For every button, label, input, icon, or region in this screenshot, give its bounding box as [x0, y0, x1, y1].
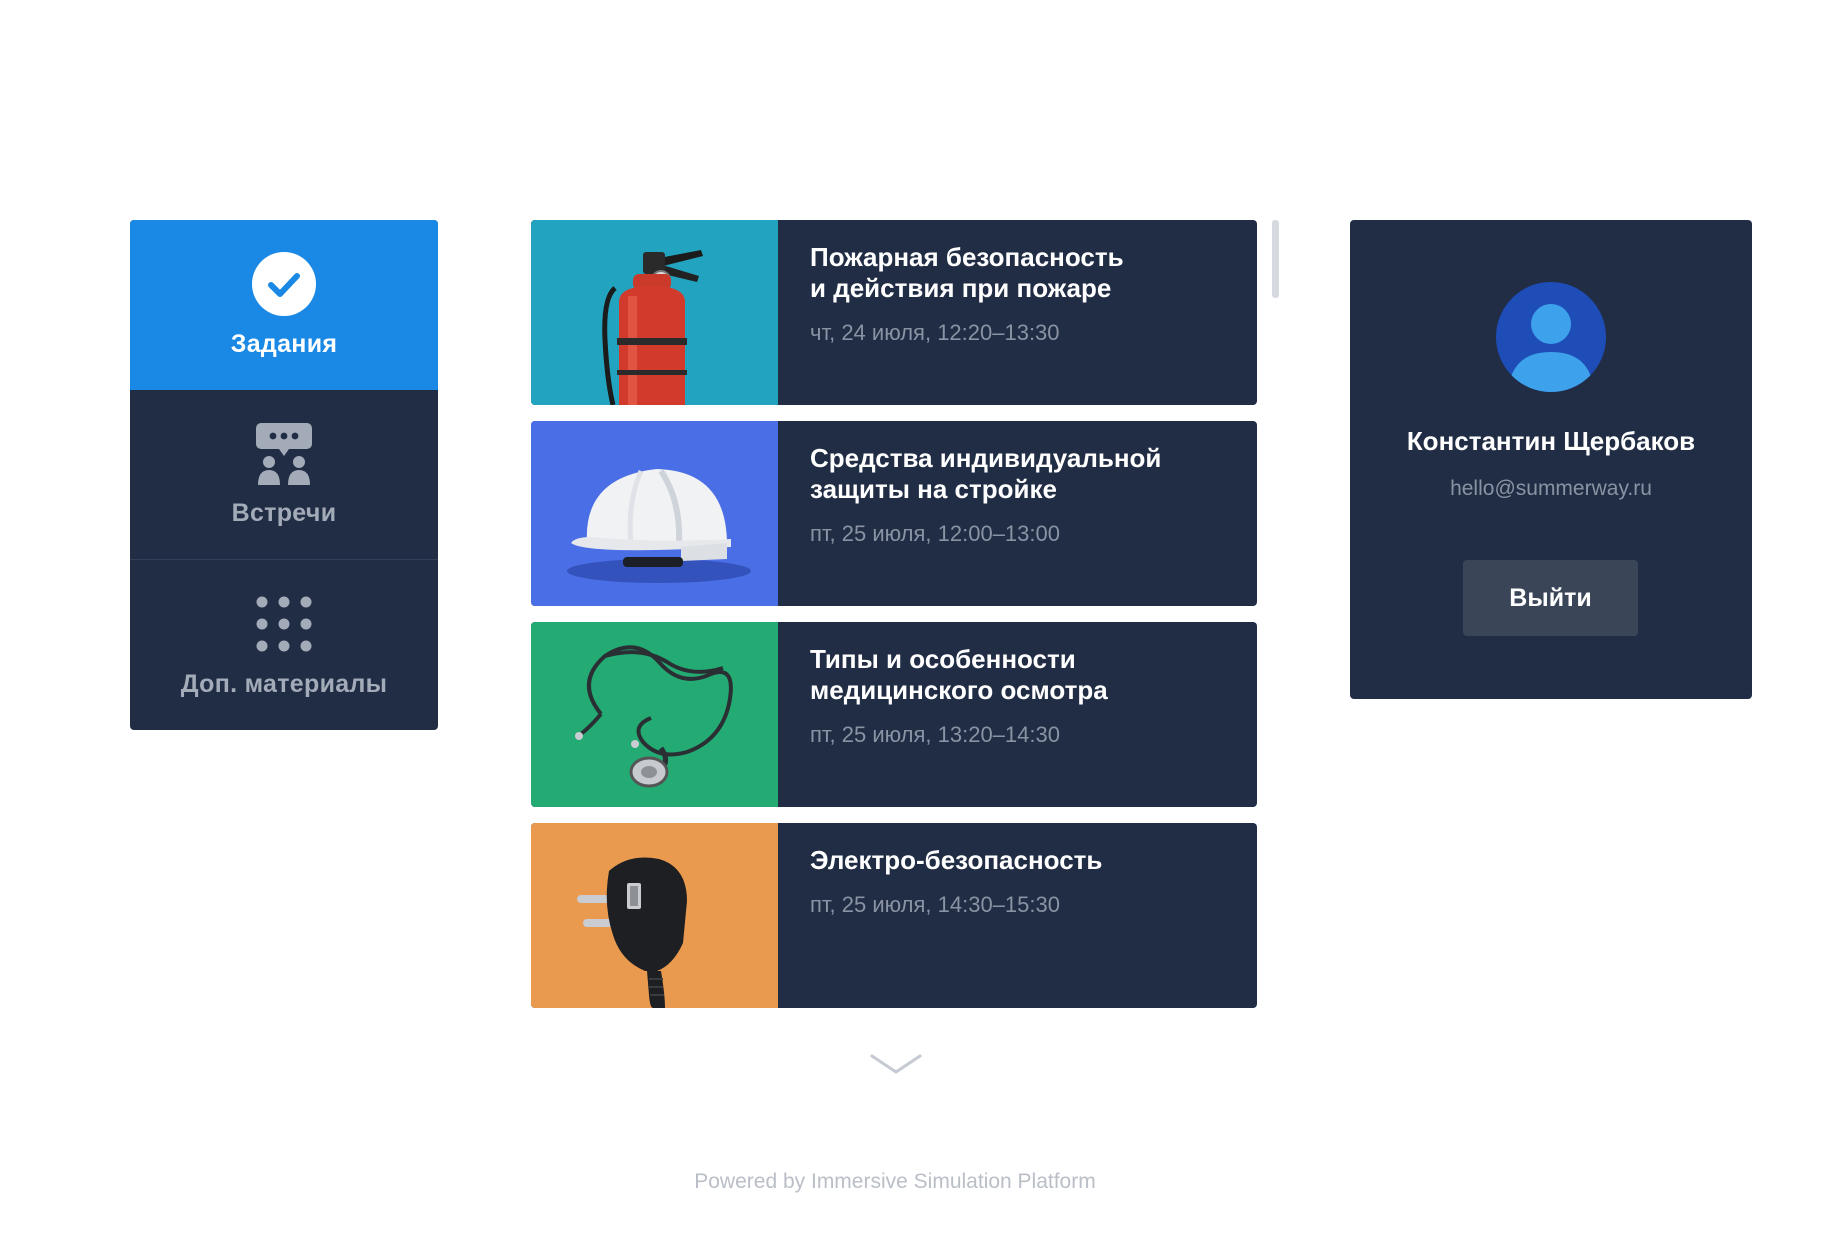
- meeting-icon: [256, 423, 312, 485]
- avatar-icon: [1496, 282, 1606, 392]
- power-plug-image: [531, 823, 778, 1008]
- grid-dots-icon: [256, 596, 312, 651]
- chevron-down-icon[interactable]: [868, 1050, 924, 1078]
- task-card-fire-safety[interactable]: Пожарная безопасность и действия при пож…: [531, 220, 1257, 405]
- task-time: пт, 25 июля, 12:00–13:00: [810, 521, 1060, 546]
- hard-hat-image: [531, 421, 778, 606]
- page: Задания Встречи Доп. материалы Пожарная …: [0, 0, 1822, 1242]
- task-time: пт, 25 июля, 14:30–15:30: [810, 892, 1060, 917]
- list-scrollbar[interactable]: [1272, 220, 1279, 298]
- nav-label-materials: Доп. материалы: [180, 669, 388, 698]
- profile-name: Константин Щербаков: [1406, 426, 1696, 456]
- profile-panel: Константин Щербаков hello@summerway.ru В…: [1350, 220, 1752, 699]
- nav-label-tasks: Задания: [230, 329, 338, 358]
- stethoscope-image: [531, 622, 778, 807]
- footer-text: Powered by Immersive Simulation Platform: [694, 1170, 1096, 1193]
- nav-item-materials[interactable]: Доп. материалы: [130, 560, 438, 730]
- task-time: чт, 24 июля, 12:20–13:30: [810, 320, 1060, 345]
- task-title: Пожарная безопасность и действия при пож…: [810, 242, 1124, 303]
- task-title: Типы и особенности медицинского осмотра: [810, 644, 1108, 705]
- task-title: Средства индивидуальной защиты на стройк…: [810, 443, 1162, 504]
- nav-item-tasks[interactable]: Задания: [130, 220, 438, 390]
- task-card-electrical[interactable]: Электро-безопасность пт, 25 июля, 14:30–…: [531, 823, 1257, 1008]
- nav-item-meetings[interactable]: Встречи: [130, 390, 438, 560]
- task-list: Пожарная безопасность и действия при пож…: [531, 220, 1257, 1024]
- fire-extinguisher-image: [531, 220, 778, 405]
- task-card-ppe[interactable]: Средства индивидуальной защиты на стройк…: [531, 421, 1257, 606]
- profile-email: hello@summerway.ru: [1450, 477, 1652, 500]
- task-card-medical[interactable]: Типы и особенности медицинского осмотра …: [531, 622, 1257, 807]
- task-time: пт, 25 июля, 13:20–14:30: [810, 722, 1060, 747]
- task-title: Электро-безопасность: [810, 845, 1103, 875]
- sidebar-nav: Задания Встречи Доп. материалы: [130, 220, 438, 730]
- check-circle-icon: [252, 251, 316, 316]
- nav-label-meetings: Встречи: [231, 499, 337, 527]
- logout-button[interactable]: Выйти: [1463, 560, 1638, 636]
